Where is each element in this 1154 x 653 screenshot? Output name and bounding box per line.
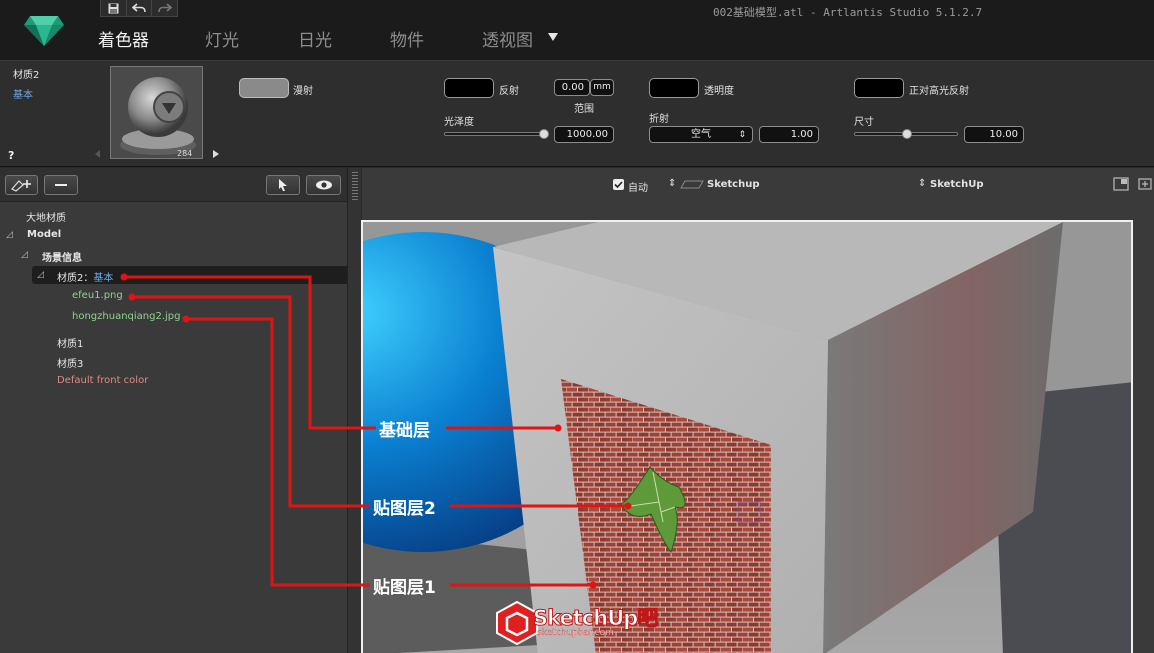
annotation-map-layer-2: 贴图层2 bbox=[373, 499, 436, 519]
annotation-base-layer: 基础层 bbox=[379, 421, 430, 441]
annotation-map-layer-1: 贴图层1 bbox=[373, 578, 436, 598]
annotation-lines bbox=[120, 273, 632, 589]
